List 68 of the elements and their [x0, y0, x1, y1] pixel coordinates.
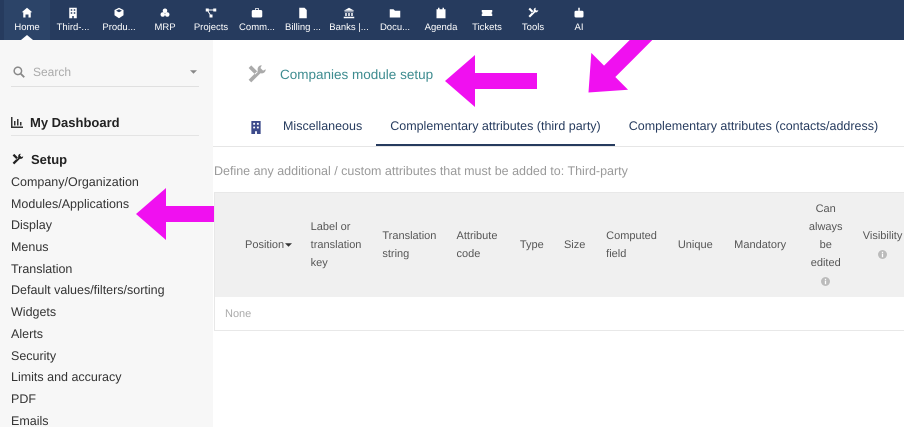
menu-tab[interactable]: MRP [142, 0, 188, 40]
tab[interactable]: Miscellaneous [269, 108, 376, 146]
column-header: Type [520, 239, 544, 251]
menu-icon [389, 7, 401, 19]
menu-icon [67, 7, 79, 19]
menu-tab[interactable]: Comm... [234, 0, 280, 40]
sidebar-item[interactable]: Menus [11, 237, 201, 259]
column-header: Can always be edited [807, 200, 844, 290]
menu-tab[interactable]: Agenda [418, 0, 464, 40]
sidebar-item[interactable]: Emails [11, 410, 201, 427]
menu-tab[interactable]: Projects [188, 0, 234, 40]
page-title: Companies module setup [280, 66, 434, 82]
dropdown-caret-icon [190, 70, 197, 74]
menu-icon [21, 7, 33, 19]
menu-icon [481, 7, 493, 19]
sidebar-item[interactable]: Alerts [11, 324, 201, 346]
sidebar-item[interactable]: Default values/filters/sorting [11, 280, 201, 302]
menu-tab[interactable]: Tools [510, 0, 556, 40]
sidebar-item[interactable]: Limits and accuracy [11, 367, 201, 389]
info-icon [821, 276, 830, 286]
menu-tab[interactable]: Banks |... [326, 0, 372, 40]
column-header: Label or translation key [310, 221, 362, 269]
tab[interactable]: Complementary attributes (contacts/address) [614, 108, 892, 146]
menu-tab[interactable]: Tickets [464, 0, 510, 40]
dashboard-link[interactable]: My Dashboard [30, 114, 120, 130]
menu-icon [435, 7, 447, 19]
column-header: Computed field [606, 230, 657, 260]
info-icon [878, 250, 888, 259]
menu-icon [113, 7, 125, 19]
tools-icon [11, 153, 24, 166]
tab[interactable]: Complementary attributes (third party) [376, 108, 615, 146]
search-icon [13, 66, 25, 78]
column-header: Unique [678, 239, 713, 251]
search-field[interactable]: Search [31, 64, 184, 80]
menu-icon [297, 7, 309, 19]
sidebar-item[interactable]: Security [11, 346, 201, 368]
menu-tab[interactable]: Third-... [50, 0, 96, 40]
column-header: Translation string [382, 230, 436, 260]
menu-tab[interactable]: Produ... [96, 0, 142, 40]
menu-icon [205, 7, 217, 19]
sort-caret-icon [285, 243, 292, 248]
section-heading: Setup [31, 152, 68, 167]
annotation-arrow-icon [445, 55, 537, 107]
menu-tab[interactable]: Docu... [372, 0, 418, 40]
sidebar-item[interactable]: Company/Organization [11, 172, 201, 194]
menu-icon [343, 7, 355, 19]
sidebar-item[interactable]: Modules/Applications [11, 194, 201, 216]
menu-tab[interactable]: AI [556, 0, 602, 40]
sidebar-item[interactable]: Translation [11, 258, 201, 280]
building-icon [251, 120, 261, 134]
column-header: Attribute code [456, 230, 498, 260]
empty-table-text: None [214, 297, 904, 330]
column-header: Size [564, 239, 586, 251]
column-header: Visibility [862, 227, 902, 263]
sidebar-item[interactable]: PDF [11, 388, 201, 411]
column-header[interactable]: Position [245, 239, 292, 251]
menu-icon [527, 7, 539, 19]
bar-chart-icon [11, 116, 23, 128]
menu-tab[interactable]: Home [4, 0, 50, 40]
tools-icon [246, 64, 267, 84]
sidebar-item[interactable]: Display [11, 215, 201, 238]
description-text: Define any additional / custom attributes that must be added to: Third-party [214, 164, 629, 178]
menu-icon [573, 7, 585, 19]
menu-icon [159, 7, 171, 19]
menu-tab[interactable]: Billing ... [280, 0, 326, 40]
sidebar-item[interactable]: Widgets [11, 302, 201, 324]
menu-icon [251, 7, 263, 19]
column-header: Mandatory [734, 239, 786, 251]
